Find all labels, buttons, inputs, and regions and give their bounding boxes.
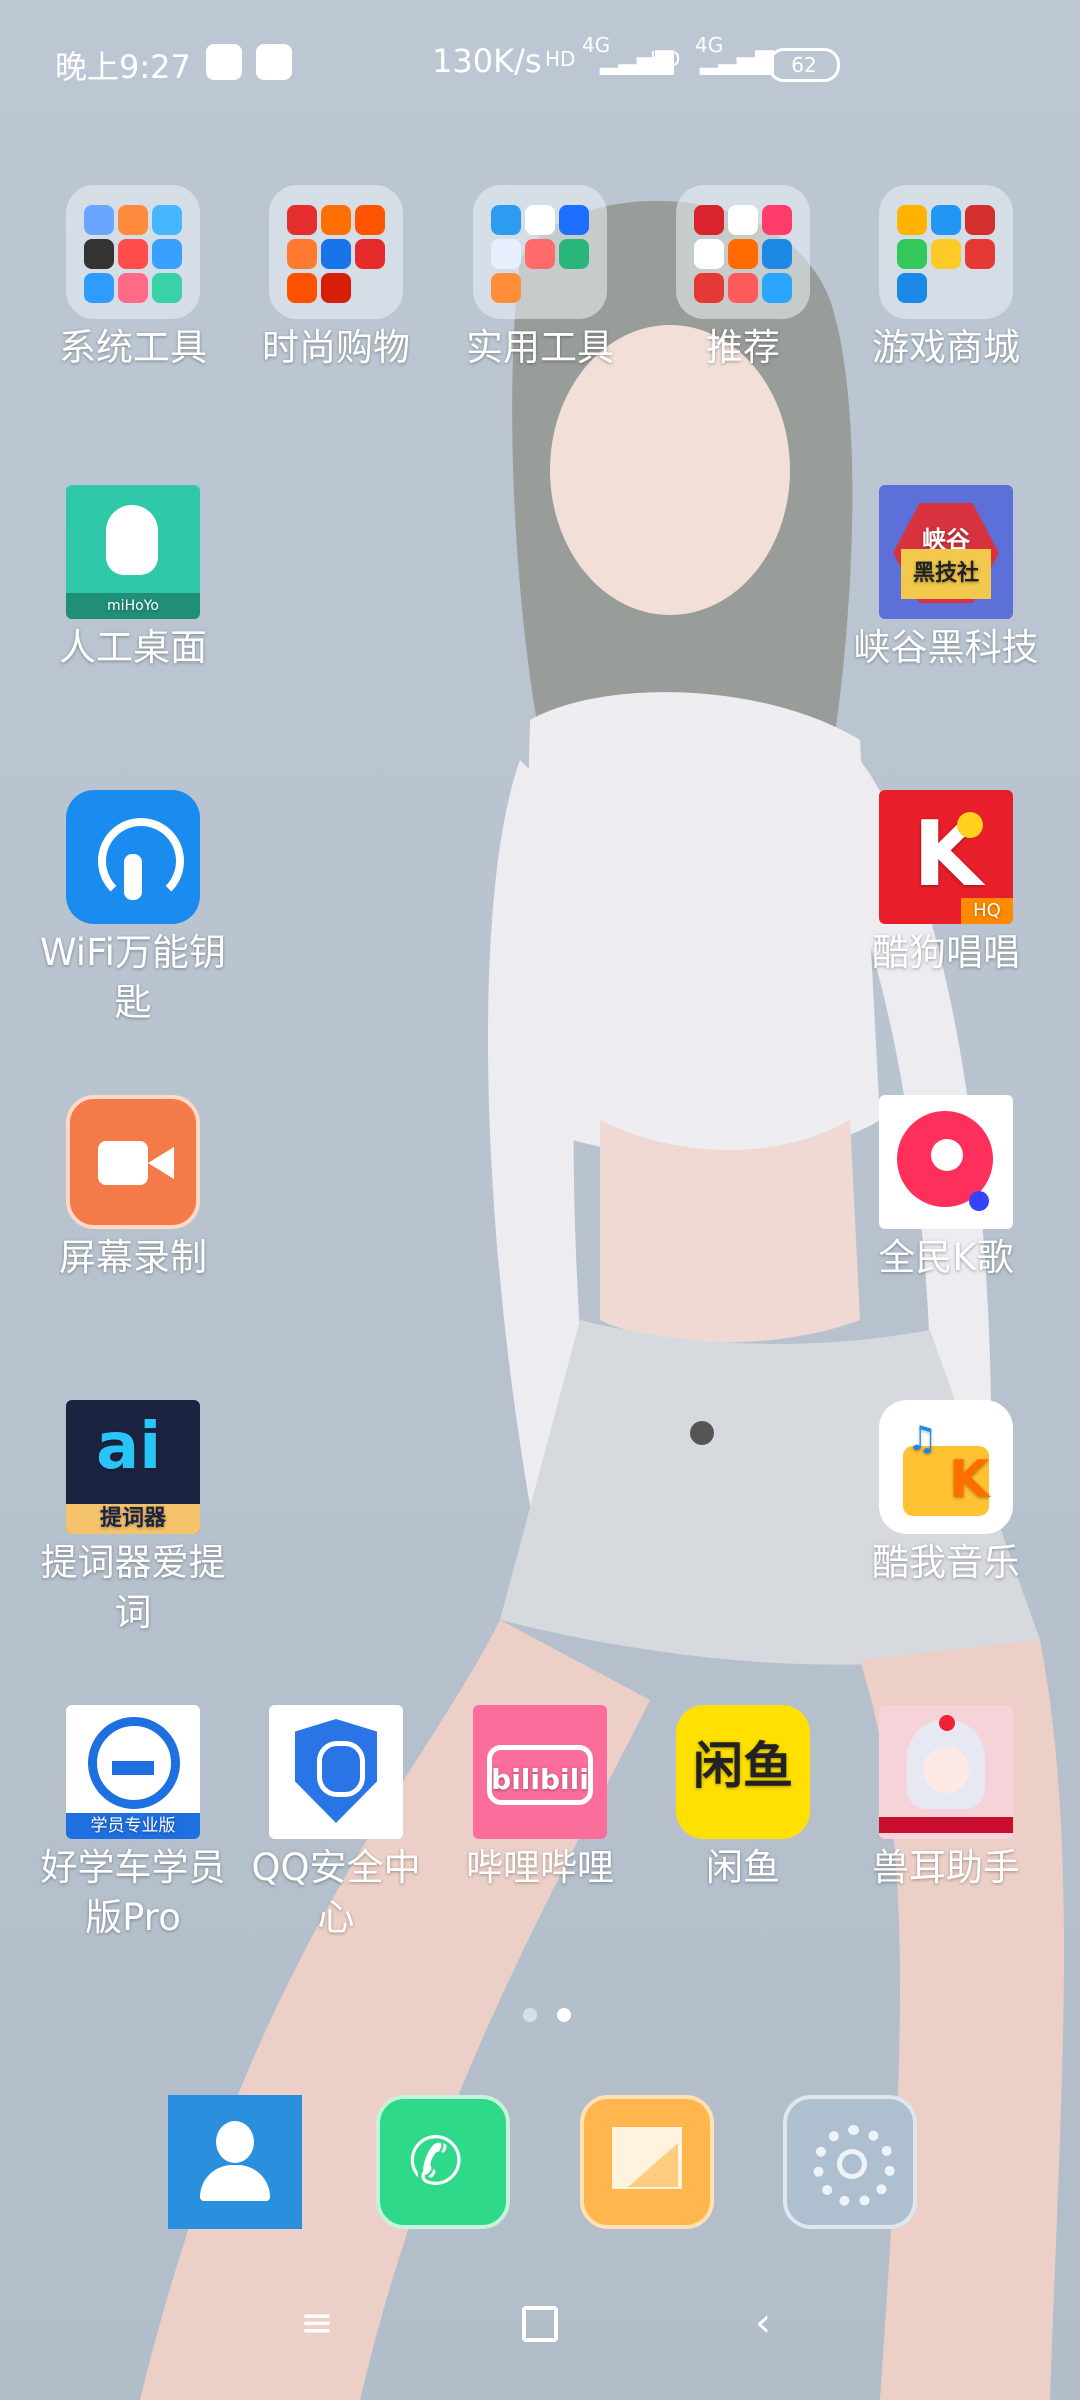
back-icon[interactable]: ‹ xyxy=(755,2300,771,2346)
folder-game-store[interactable]: 游戏商城 xyxy=(846,185,1046,373)
folder-icon xyxy=(676,185,810,319)
messages-icon[interactable] xyxy=(580,2095,714,2229)
icon-tag: 学员专业版 xyxy=(66,1813,200,1839)
folder-utilities[interactable]: 实用工具 xyxy=(440,185,640,373)
menu-icon[interactable]: ≡ xyxy=(300,2300,334,2346)
anime-girl-icon xyxy=(879,1705,1013,1839)
app-kugou-changchang[interactable]: K HQ 酷狗唱唱 xyxy=(846,790,1046,978)
page-indicator xyxy=(513,2007,581,2026)
folder-label: 游戏商城 xyxy=(872,326,1020,369)
home-icon[interactable] xyxy=(522,2306,558,2342)
contacts-icon[interactable] xyxy=(168,2095,302,2229)
page-dot-active[interactable] xyxy=(557,2008,571,2022)
app-label: 闲鱼 xyxy=(706,1846,780,1889)
kuwo-icon: K ♫ xyxy=(879,1400,1013,1534)
folder-label: 推荐 xyxy=(706,326,780,369)
icon-tag: 提词器 xyxy=(66,1504,200,1534)
app-label: 人工桌面 xyxy=(59,626,207,669)
app-label: 哔哩哔哩 xyxy=(466,1846,614,1889)
settings-gear-icon[interactable] xyxy=(783,2095,917,2229)
folder-label: 实用工具 xyxy=(466,326,614,369)
app-bilibili[interactable]: bilibili 哔哩哔哩 xyxy=(440,1705,640,1893)
app-wifi-key[interactable]: WiFi万能钥匙 xyxy=(33,790,233,1028)
status-bar: 晚上9:27 130K/s HD 4G ▂▃▅▇ HD 4G ▂▃▅▇ 62 xyxy=(0,0,1080,130)
brand-text: miHoYo xyxy=(66,593,200,619)
wifi-key-icon xyxy=(66,790,200,924)
icon-text: bilibili xyxy=(491,1763,589,1796)
xiagu-icon: 峡谷 黑技社 xyxy=(879,485,1013,619)
app-xianyu[interactable]: 闲鱼 闲鱼 xyxy=(643,1705,843,1893)
app-qq-security[interactable]: QQ安全中心 xyxy=(236,1705,436,1943)
app-haoxueche[interactable]: 学员专业版 好学车学员版Pro xyxy=(33,1705,233,1943)
signal-icon: ▂▃▅▇ xyxy=(700,47,774,75)
status-time: 晚上9:27 xyxy=(55,48,191,86)
app-label: WiFi万能钥匙 xyxy=(40,931,226,1024)
phone-icon[interactable]: ✆ xyxy=(376,2095,510,2229)
dock: ✆ xyxy=(0,2095,1080,2235)
app-teleprompter[interactable]: ai 提词器 提词器爱提词 xyxy=(33,1400,233,1638)
app-label: 屏幕录制 xyxy=(59,1236,207,1279)
app-quanmin-k[interactable]: 全民K歌 xyxy=(846,1095,1046,1283)
app-label: 峡谷黑科技 xyxy=(853,626,1039,669)
kugou-k-icon: K HQ xyxy=(879,790,1013,924)
folder-system-tools[interactable]: 系统工具 xyxy=(33,185,233,373)
hd-badge: HD xyxy=(650,47,681,71)
app-ren-gong-zhuo-mian[interactable]: miHoYo 人工桌面 xyxy=(33,485,233,673)
folder-icon xyxy=(879,185,1013,319)
folder-recommended[interactable]: 推荐 xyxy=(643,185,843,373)
bilibili-icon: bilibili xyxy=(473,1705,607,1839)
app-shouer[interactable]: 兽耳助手 xyxy=(846,1705,1046,1893)
app-kuwo[interactable]: K ♫ 酷我音乐 xyxy=(846,1400,1046,1588)
teleprompter-icon: ai 提词器 xyxy=(66,1400,200,1534)
app-label: 提词器爱提词 xyxy=(40,1541,226,1634)
icon-tag: HQ xyxy=(961,898,1013,924)
app-label: 全民K歌 xyxy=(878,1236,1014,1279)
folder-icon xyxy=(66,185,200,319)
folder-label: 时尚购物 xyxy=(262,326,410,369)
app-label: 酷狗唱唱 xyxy=(872,931,1020,974)
page-dot[interactable] xyxy=(523,2008,537,2022)
app-screen-record[interactable]: 屏幕录制 xyxy=(33,1095,233,1283)
folder-icon xyxy=(473,185,607,319)
shield-icon xyxy=(269,1705,403,1839)
folder-icon xyxy=(269,185,403,319)
battery-icon: 62 xyxy=(768,48,840,82)
app-label: 好学车学员版Pro xyxy=(40,1846,226,1939)
folder-label: 系统工具 xyxy=(59,326,207,369)
app-label: 兽耳助手 xyxy=(872,1846,1020,1889)
notification-icon xyxy=(206,44,242,80)
network-speed: 130K/s xyxy=(432,42,542,80)
steering-wheel-icon: 学员专业版 xyxy=(66,1705,200,1839)
icon-text: 黑技社 xyxy=(901,549,991,599)
quanmin-k-icon xyxy=(879,1095,1013,1229)
hd-badge: HD xyxy=(545,47,576,71)
video-camera-icon xyxy=(66,1095,200,1229)
navigation-bar: ≡ ‹ xyxy=(0,2300,1080,2380)
app-label: QQ安全中心 xyxy=(251,1846,421,1939)
notification-icon xyxy=(256,44,292,80)
app-xiagu[interactable]: 峡谷 黑技社 峡谷黑科技 xyxy=(846,485,1046,673)
folder-shopping[interactable]: 时尚购物 xyxy=(236,185,436,373)
icon-text: 闲鱼 xyxy=(693,1737,793,1795)
mihoyo-icon: miHoYo xyxy=(66,485,200,619)
xianyu-icon: 闲鱼 xyxy=(676,1705,810,1839)
app-label: 酷我音乐 xyxy=(872,1541,1020,1584)
